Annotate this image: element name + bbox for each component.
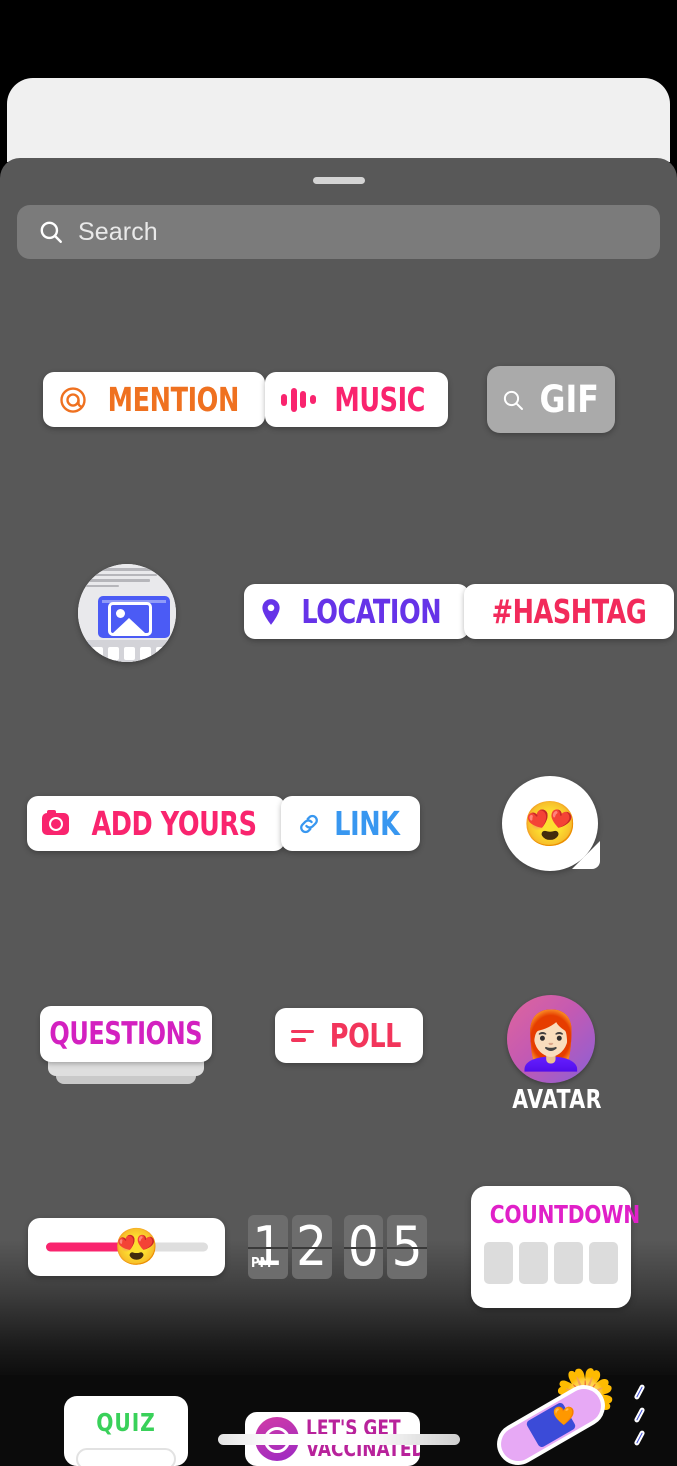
sticker-avatar-label: AVATAR: [512, 1085, 602, 1115]
search-icon: [504, 390, 524, 410]
chain-link-icon: [300, 814, 318, 833]
sticker-emoji-reaction[interactable]: 😍: [502, 776, 600, 871]
photo-thumbnail-icon: [78, 564, 176, 662]
at-threads-icon: [60, 386, 86, 413]
equalizer-icon: [281, 387, 316, 413]
sticker-countdown[interactable]: COUNTDOWN: [471, 1186, 640, 1308]
sticker-link-label: LINK: [334, 804, 400, 843]
sticker-music[interactable]: MUSIC: [265, 372, 448, 427]
clock-seam: [248, 1247, 288, 1249]
sticker-link[interactable]: LINK: [281, 796, 420, 851]
sticker-quiz-label: QUIZ: [96, 1408, 156, 1437]
sticker-emoji-slider[interactable]: 😍: [28, 1218, 225, 1276]
sticker-hashtag-label: #HASHTAG: [491, 592, 647, 631]
sticker-gif[interactable]: GIF: [487, 366, 615, 433]
search-icon: [40, 221, 62, 243]
clock-seam: [387, 1247, 427, 1249]
clock-digit-tile: 0: [343, 1215, 384, 1279]
search-input[interactable]: Search: [17, 205, 660, 259]
sticker-mention-label: MENTION: [107, 380, 240, 419]
search-placeholder: Search: [78, 217, 158, 246]
sticker-add-yours-label: ADD YOURS: [91, 804, 257, 843]
sticker-gif-label: GIF: [539, 378, 600, 421]
sticker-countdown-label: COUNTDOWN: [489, 1200, 640, 1229]
sticker-reaction-emoji: 😍: [522, 799, 578, 849]
sticker-questions-label: QUESTIONS: [49, 1016, 203, 1052]
clock-digit-tile: 1 PM: [248, 1215, 288, 1279]
sticker-questions[interactable]: QUESTIONS: [40, 1006, 212, 1084]
camera-icon: [42, 809, 69, 835]
sheet-grabber-handle[interactable]: [312, 177, 365, 184]
clock-ampm-label: PM: [251, 1256, 272, 1271]
questions-card: QUESTIONS: [40, 1006, 212, 1062]
sticker-photo-thumbnail[interactable]: [78, 564, 176, 662]
background-app-peek: [7, 78, 670, 162]
clock-digit-tile: 2: [291, 1215, 332, 1279]
sticker-avatar[interactable]: 👩🏻‍🦰 AVATAR: [507, 995, 601, 1115]
bandaid-icon: [489, 1377, 613, 1466]
clock-seam: [343, 1247, 384, 1249]
emoji-slider-thumb[interactable]: 😍: [114, 1229, 159, 1265]
map-pin-icon: [262, 598, 280, 625]
sticker-hashtag[interactable]: #HASHTAG: [464, 584, 674, 639]
sticker-music-label: MUSIC: [333, 380, 425, 419]
sticker-location[interactable]: LOCATION: [244, 584, 469, 639]
home-indicator[interactable]: [217, 1434, 460, 1445]
avatar-icon: 👩🏻‍🦰: [507, 995, 595, 1083]
sticker-poll-label: POLL: [329, 1016, 402, 1055]
bandaid-heart-emoji: 🧡: [552, 1406, 576, 1427]
sticker-clock[interactable]: 1 PM 2 0 5: [248, 1215, 427, 1279]
clock-digit-tile: 5: [387, 1215, 427, 1279]
sticker-poll[interactable]: POLL: [275, 1008, 423, 1063]
avatar-face-emoji: 👩🏻‍🦰: [516, 1009, 586, 1073]
sticker-tray-sheet: [0, 158, 677, 1338]
sticker-mention[interactable]: MENTION: [43, 372, 265, 427]
sparkle-icon: [633, 1383, 646, 1453]
poll-bars-icon: [291, 1029, 314, 1042]
clock-seam: [291, 1247, 332, 1249]
sticker-add-yours[interactable]: ADD YOURS: [27, 796, 286, 851]
countdown-blocks: [483, 1242, 619, 1284]
sticker-tray-screen: Search MENTION MUSIC GIF LOCATION #HASHT…: [0, 0, 677, 1466]
quiz-answer-field: [76, 1448, 176, 1466]
sticker-bandaid-flower[interactable]: 🌼 🧡: [484, 1368, 646, 1466]
sticker-quiz[interactable]: QUIZ: [64, 1396, 188, 1466]
sticker-location-label: LOCATION: [301, 592, 442, 631]
